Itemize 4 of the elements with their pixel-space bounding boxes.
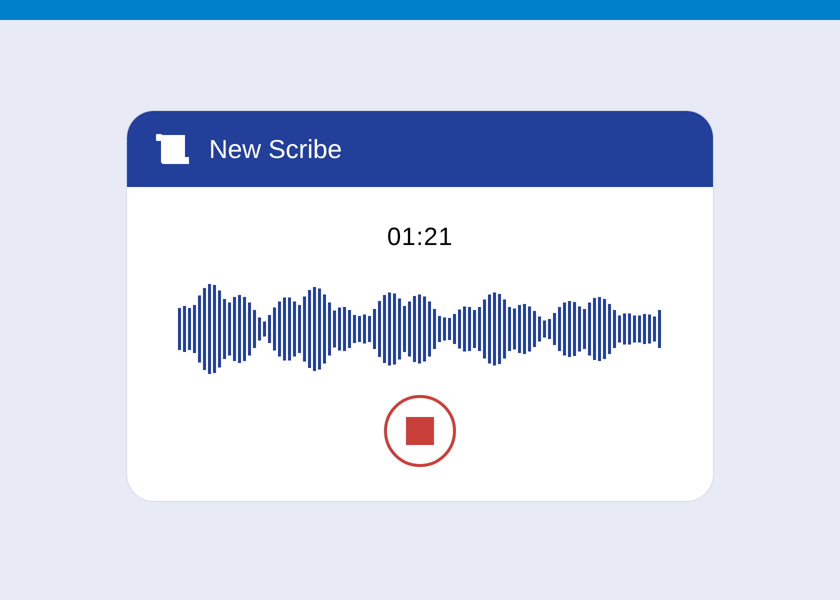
stop-icon <box>406 416 434 444</box>
scroll-icon <box>155 133 191 165</box>
timer: 01:21 <box>387 222 453 253</box>
card-title: New Scribe <box>209 132 342 166</box>
